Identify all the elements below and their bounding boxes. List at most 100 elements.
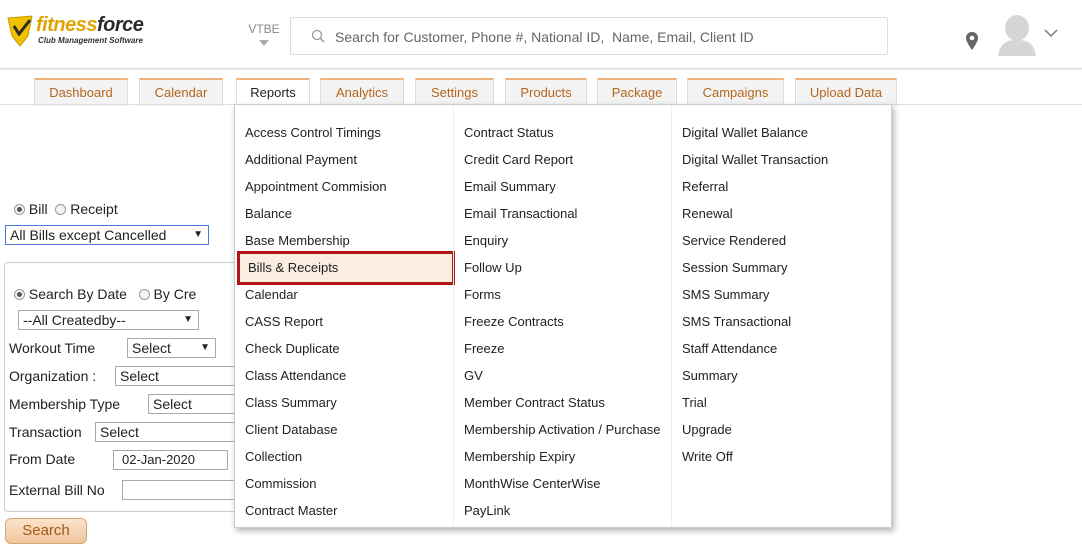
tab-products[interactable]: Products bbox=[505, 78, 587, 106]
menu-item-membership-expiry[interactable]: Membership Expiry bbox=[464, 446, 575, 468]
menu-item-gv[interactable]: GV bbox=[464, 365, 483, 387]
organization-label: Organization : bbox=[9, 368, 97, 384]
menu-item-email-transactional[interactable]: Email Transactional bbox=[464, 203, 577, 225]
menu-item-digital-wallet-transaction[interactable]: Digital Wallet Transaction bbox=[682, 149, 828, 171]
bill-radio-group: Bill Receipt bbox=[14, 201, 118, 217]
menu-item-client-database[interactable]: Client Database bbox=[245, 419, 338, 441]
menu-item-commission[interactable]: Commission bbox=[245, 473, 317, 495]
chevron-down-icon[interactable] bbox=[1044, 28, 1058, 38]
menu-item-class-attendance[interactable]: Class Attendance bbox=[245, 365, 346, 387]
avatar[interactable] bbox=[996, 12, 1038, 56]
tab-calendar[interactable]: Calendar bbox=[139, 78, 223, 106]
menu-item-follow-up[interactable]: Follow Up bbox=[464, 257, 522, 279]
menu-item-credit-card-report[interactable]: Credit Card Report bbox=[464, 149, 573, 171]
menu-item-monthwise-centerwise[interactable]: MonthWise CenterWise bbox=[464, 473, 601, 495]
menu-item-contract-status[interactable]: Contract Status bbox=[464, 122, 554, 144]
external-bill-input[interactable] bbox=[122, 480, 240, 500]
menu-item-appointment-commision[interactable]: Appointment Commision bbox=[245, 176, 387, 198]
workout-time-select[interactable]: Select ▼ bbox=[127, 338, 216, 358]
from-date-label: From Date bbox=[9, 451, 76, 467]
logo-name: fitnessforce bbox=[36, 14, 144, 37]
from-date-input[interactable]: 02-Jan-2020 bbox=[113, 450, 228, 470]
menu-item-collection[interactable]: Collection bbox=[245, 446, 302, 468]
receipt-radio[interactable] bbox=[55, 204, 67, 215]
menu-item-paylink[interactable]: PayLink bbox=[464, 500, 510, 522]
menu-item-service-rendered[interactable]: Service Rendered bbox=[682, 230, 786, 252]
logo-name-part1: fitness bbox=[36, 14, 97, 36]
organization-value: Select bbox=[120, 368, 159, 384]
menu-item-renewal[interactable]: Renewal bbox=[682, 203, 733, 225]
search-by-date-label: Search By Date bbox=[28, 286, 127, 302]
menu-item-balance[interactable]: Balance bbox=[245, 203, 292, 225]
menu-item-member-contract-status[interactable]: Member Contract Status bbox=[464, 392, 605, 414]
tab-campaigns[interactable]: Campaigns bbox=[687, 78, 784, 106]
createdby-select[interactable]: --All Createdby-- ▼ bbox=[18, 310, 199, 330]
dropdown-arrow-icon: ▼ bbox=[200, 342, 210, 353]
search-mode-group: Search By Date By Cre bbox=[14, 286, 196, 302]
membership-type-value: Select bbox=[153, 396, 192, 412]
menu-item-session-summary[interactable]: Session Summary bbox=[682, 257, 787, 279]
bill-label: Bill bbox=[28, 201, 48, 217]
transaction-select[interactable]: Select bbox=[95, 422, 240, 442]
menu-item-summary[interactable]: Summary bbox=[682, 365, 738, 387]
bill-radio[interactable] bbox=[14, 204, 25, 215]
workout-time-label: Workout Time bbox=[9, 340, 96, 356]
dropdown-arrow-icon: ▼ bbox=[193, 229, 203, 240]
search-button[interactable]: Search bbox=[5, 518, 87, 544]
by-created-label: By Cre bbox=[153, 286, 197, 302]
menu-item-upgrade[interactable]: Upgrade bbox=[682, 419, 732, 441]
search-by-date-radio[interactable] bbox=[14, 289, 25, 300]
search-input[interactable] bbox=[333, 26, 877, 48]
tab-settings[interactable]: Settings bbox=[415, 78, 494, 106]
location-pin-icon[interactable] bbox=[965, 31, 979, 51]
menu-item-cass-report[interactable]: CASS Report bbox=[245, 311, 323, 333]
external-bill-label: External Bill No bbox=[9, 482, 105, 498]
global-search bbox=[290, 17, 888, 55]
menu-column-3: Digital Wallet Balance Digital Wallet Tr… bbox=[671, 105, 890, 527]
menu-item-forms[interactable]: Forms bbox=[464, 284, 501, 306]
dropdown-arrow-icon: ▼ bbox=[183, 314, 193, 325]
bill-type-select[interactable]: All Bills except Cancelled ▼ bbox=[5, 225, 209, 245]
menu-item-check-duplicate[interactable]: Check Duplicate bbox=[245, 338, 340, 360]
menu-item-contract-master[interactable]: Contract Master bbox=[245, 500, 337, 522]
menu-item-enquiry[interactable]: Enquiry bbox=[464, 230, 508, 252]
bill-type-value: All Bills except Cancelled bbox=[10, 227, 167, 243]
tab-upload-data[interactable]: Upload Data bbox=[795, 78, 897, 106]
search-icon bbox=[311, 29, 325, 43]
logo-name-part2: force bbox=[96, 14, 144, 36]
menu-item-access-control-timings[interactable]: Access Control Timings bbox=[245, 122, 381, 144]
menu-item-class-summary[interactable]: Class Summary bbox=[245, 392, 337, 414]
menu-item-base-membership[interactable]: Base Membership bbox=[245, 230, 350, 252]
menu-item-membership-activation-purchase[interactable]: Membership Activation / Purchase bbox=[464, 419, 661, 441]
menu-item-digital-wallet-balance[interactable]: Digital Wallet Balance bbox=[682, 122, 808, 144]
membership-type-select[interactable]: Select bbox=[148, 394, 240, 414]
by-created-radio[interactable] bbox=[138, 289, 150, 300]
reports-dropdown-menu: Access Control Timings Additional Paymen… bbox=[234, 104, 892, 528]
tab-dashboard[interactable]: Dashboard bbox=[34, 78, 128, 106]
menu-item-calendar[interactable]: Calendar bbox=[245, 284, 298, 306]
menu-item-freeze-contracts[interactable]: Freeze Contracts bbox=[464, 311, 564, 333]
menu-item-freeze[interactable]: Freeze bbox=[464, 338, 504, 360]
tab-analytics[interactable]: Analytics bbox=[320, 78, 404, 106]
menu-item-referral[interactable]: Referral bbox=[682, 176, 728, 198]
receipt-label: Receipt bbox=[70, 201, 118, 217]
transaction-value: Select bbox=[100, 424, 139, 440]
logo-shield-icon bbox=[7, 15, 33, 47]
menu-item-staff-attendance[interactable]: Staff Attendance bbox=[682, 338, 777, 360]
menu-item-sms-summary[interactable]: SMS Summary bbox=[682, 284, 769, 306]
tab-package[interactable]: Package bbox=[597, 78, 677, 106]
menu-item-bills-receipts[interactable]: Bills & Receipts bbox=[237, 251, 455, 285]
app-header: fitnessforce Club Management Software VT… bbox=[0, 0, 1082, 69]
menu-item-write-off[interactable]: Write Off bbox=[682, 446, 733, 468]
center-selector[interactable]: VTBE bbox=[244, 22, 284, 58]
menu-item-email-summary[interactable]: Email Summary bbox=[464, 176, 556, 198]
center-code: VTBE bbox=[248, 22, 280, 36]
menu-item-trial[interactable]: Trial bbox=[682, 392, 707, 414]
organization-select[interactable]: Select bbox=[115, 366, 240, 386]
menu-item-sms-transactional[interactable]: SMS Transactional bbox=[682, 311, 791, 333]
logo[interactable]: fitnessforce Club Management Software bbox=[6, 14, 156, 50]
createdby-value: --All Createdby-- bbox=[23, 312, 126, 328]
menu-column-2: Contract Status Credit Card Report Email… bbox=[453, 105, 672, 527]
menu-item-additional-payment[interactable]: Additional Payment bbox=[245, 149, 357, 171]
tab-reports[interactable]: Reports bbox=[236, 78, 310, 106]
